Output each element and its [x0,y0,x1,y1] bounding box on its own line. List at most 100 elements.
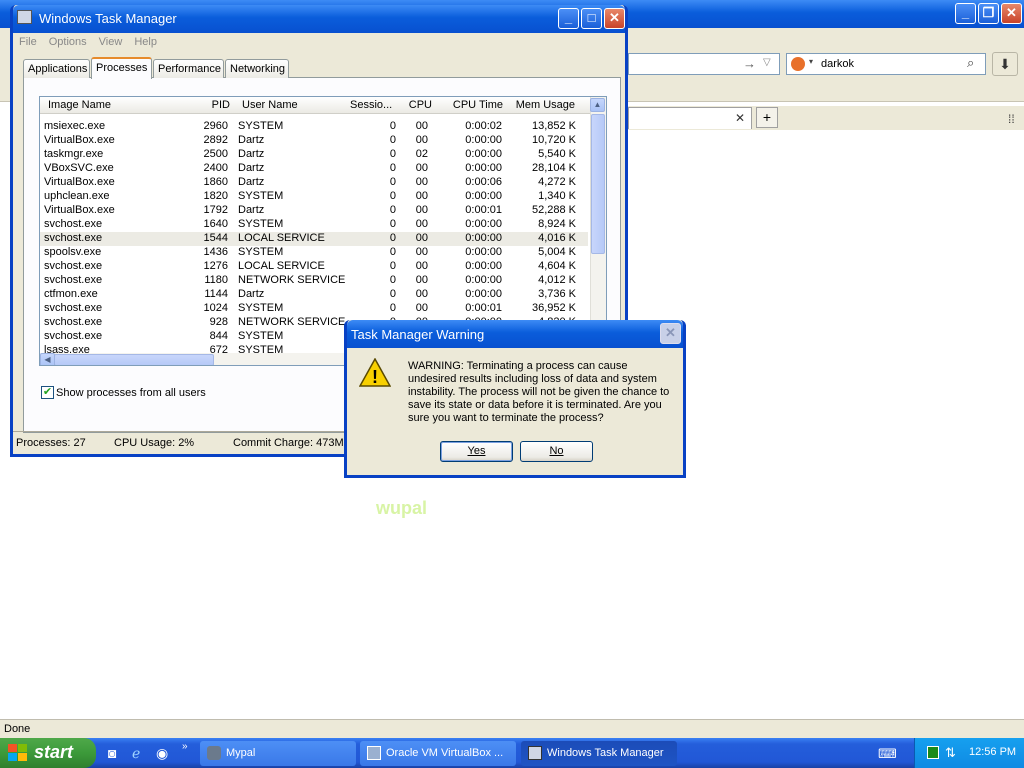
show-all-users-checkbox[interactable]: ✔ [41,386,54,399]
tray-network-icon[interactable]: ⇅ [945,745,956,761]
process-cell: 0 [389,260,396,272]
col-cpu[interactable]: CPU [402,97,434,114]
dialog-titlebar[interactable]: Task Manager Warning ✕ [347,320,683,348]
col-pid[interactable]: PID [184,97,234,114]
tm-close-button[interactable]: ✕ [604,8,625,29]
process-cell: 00 [415,288,428,300]
download-icon[interactable]: ⬇ [992,52,1018,76]
process-cell: 02 [415,148,428,160]
process-cell: VBoxSVC.exe [44,162,114,174]
url-dropdown-icon[interactable]: ▽ [763,57,771,68]
process-cell: svchost.exe [44,302,103,314]
scroll-up-icon[interactable]: ▲ [590,98,605,112]
quicklaunch-desktop-icon[interactable]: ◙ [108,745,116,761]
col-cpu-time[interactable]: CPU Time [434,97,506,114]
start-label: start [34,742,74,762]
menu-options[interactable]: Options [49,36,87,48]
process-cell: Dartz [238,162,265,174]
process-row[interactable]: svchost.exe 1180 NETWORK SERVICE 0 00 0:00:00… [40,274,588,288]
process-row[interactable]: VBoxSVC.exe 2400 Dartz 0 00 0:00:00 28,104 K [40,162,588,176]
process-row[interactable]: spoolsv.exe 1436 SYSTEM 0 00 0:00:00 5,004 K [40,246,588,260]
process-row[interactable]: uphclean.exe 1820 SYSTEM 0 00 0:00:00 1,340 K [40,190,588,204]
tab-processes[interactable]: Processes [91,57,152,79]
process-cell: 00 [415,176,428,188]
taskbar-button-virtualbox[interactable]: Oracle VM VirtualBox ... [360,741,516,766]
process-row[interactable]: svchost.exe 1276 LOCAL SERVICE 0 00 0:00:00 4,… [40,260,588,274]
search-input[interactable]: darkok [821,58,854,70]
process-row[interactable]: svchost.exe 1544 LOCAL SERVICE 0 00 0:00:00 4,… [40,232,588,246]
search-engine-icon[interactable] [791,57,805,71]
process-cell: 0 [389,176,396,188]
scroll-left-icon[interactable]: ◀ [40,353,55,365]
process-row[interactable]: VirtualBox.exe 1792 Dartz 0 00 0:00:01 52,288 … [40,204,588,218]
process-row[interactable]: VirtualBox.exe 2892 Dartz 0 00 0:00:00 10,720 … [40,134,588,148]
menu-view[interactable]: View [99,36,123,48]
quicklaunch-media-icon[interactable]: ◉ [156,745,168,762]
col-image-name[interactable]: Image Name [40,97,184,114]
tab-close-icon[interactable]: ✕ [735,111,745,125]
tab-networking[interactable]: Networking [225,59,289,78]
clock[interactable]: 12:56 PM [969,746,1016,758]
browser-search-field[interactable]: ▾ darkok ⌕ [786,53,986,75]
col-mem-usage[interactable]: Mem Usage [506,97,590,114]
quicklaunch-more-icon[interactable]: » [182,741,188,752]
tm-maximize-button[interactable]: □ [581,8,602,29]
process-cell: 2400 [203,162,228,174]
process-cell: taskmgr.exe [44,148,104,160]
process-cell: NETWORK SERVICE [238,316,346,328]
taskbar-button-mypal[interactable]: Mypal [200,741,356,766]
browser-minimize-button[interactable]: _ [955,3,976,24]
menu-help[interactable]: Help [134,36,157,48]
process-row[interactable]: ctfmon.exe 1144 Dartz 0 00 0:00:00 3,736 K [40,288,588,302]
process-cell: svchost.exe [44,330,103,342]
process-row[interactable]: VirtualBox.exe 1860 Dartz 0 00 0:00:06 4,272 K [40,176,588,190]
process-cell: 0:00:00 [465,218,502,230]
tray-app-icon[interactable] [927,746,939,759]
browser-url-field[interactable]: → ▽ [628,53,780,75]
col-user-name[interactable]: User Name [234,97,340,114]
search-icon[interactable]: ⌕ [967,55,974,71]
tab-list-icon[interactable]: ⁞⁞ [1008,112,1015,126]
process-cell: ctfmon.exe [44,288,98,300]
tab-performance[interactable]: Performance [153,59,224,78]
start-button[interactable]: start [0,738,96,768]
process-cell: 00 [415,218,428,230]
process-row[interactable]: svchost.exe 1024 SYSTEM 0 00 0:00:01 36,952 K [40,302,588,316]
task-manager-titlebar[interactable]: Windows Task Manager _ □ ✕ [13,5,625,33]
dialog-close-button[interactable]: ✕ [660,323,681,344]
process-row[interactable]: taskmgr.exe 2500 Dartz 0 02 0:00:00 5,540 K [40,148,588,162]
yes-button[interactable]: Yes [440,441,513,462]
show-all-users-label[interactable]: Show processes from all users [56,387,206,399]
no-button[interactable]: No [520,441,593,462]
process-cell: 4,272 K [538,176,576,188]
process-cell: Dartz [238,204,265,216]
col-session[interactable]: Sessio... [340,97,402,114]
horizontal-scroll-thumb[interactable] [54,354,214,365]
process-row[interactable]: svchost.exe 1640 SYSTEM 0 00 0:00:00 8,924 K [40,218,588,232]
process-cell: 1792 [203,204,228,216]
browser-maximize-button[interactable]: ❐ [978,3,999,24]
menu-file[interactable]: File [19,36,37,48]
taskbar-label: Windows Task Manager [547,747,664,759]
process-cell: 5,004 K [538,246,576,258]
quicklaunch-ie-icon[interactable]: ℯ [132,745,140,762]
browser-close-button[interactable]: ✕ [1001,3,1022,24]
process-cell: 0 [389,148,396,160]
process-cell: 2500 [203,148,228,160]
tm-minimize-button[interactable]: _ [558,8,579,29]
go-arrow-icon[interactable]: → [743,56,756,71]
process-cell: 0:00:00 [465,190,502,202]
process-row[interactable]: msiexec.exe 2960 SYSTEM 0 00 0:00:02 13,852 K [40,120,588,134]
new-tab-button[interactable]: + [756,107,778,128]
taskbar-button-task-manager[interactable]: Windows Task Manager [521,741,677,766]
keyboard-icon[interactable]: ⌨ [878,746,897,762]
process-cell: SYSTEM [238,120,284,132]
process-cell: 844 [209,330,228,342]
process-cell: Dartz [238,176,265,188]
process-cell: 0 [389,302,396,314]
engine-dropdown-icon[interactable]: ▾ [809,57,813,66]
tab-applications[interactable]: Applications [23,59,90,78]
browser-tab[interactable]: ✕ [628,107,752,129]
vertical-scroll-thumb[interactable] [591,114,605,254]
process-cell: 1544 [203,232,228,244]
